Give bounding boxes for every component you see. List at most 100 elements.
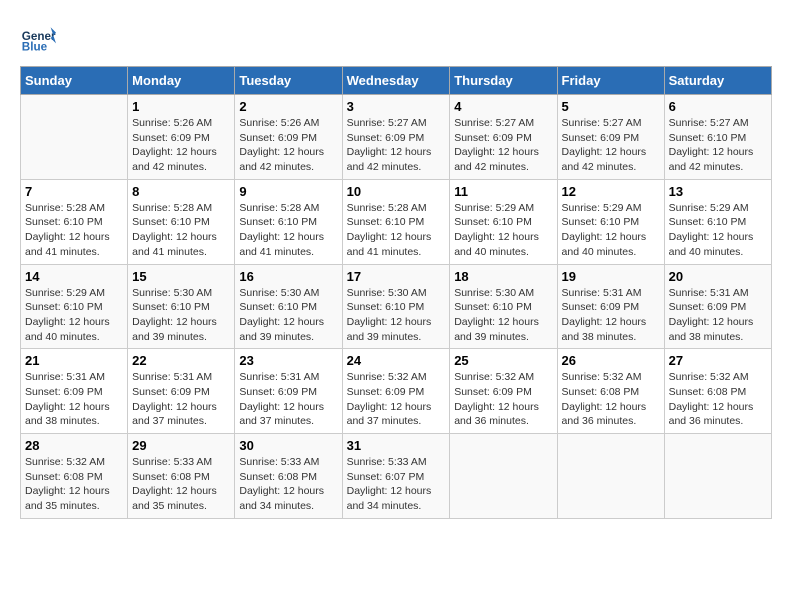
calendar-cell: 5 Sunrise: 5:27 AM Sunset: 6:09 PM Daylig…	[557, 95, 664, 180]
day-number: 29	[132, 438, 230, 453]
calendar-cell: 23 Sunrise: 5:31 AM Sunset: 6:09 PM Dayli…	[235, 349, 342, 434]
calendar-cell: 3 Sunrise: 5:27 AM Sunset: 6:09 PM Daylig…	[342, 95, 450, 180]
day-info: Sunrise: 5:30 AM Sunset: 6:10 PM Dayligh…	[239, 286, 337, 345]
day-info: Sunrise: 5:27 AM Sunset: 6:09 PM Dayligh…	[562, 116, 660, 175]
calendar-cell: 11Sunrise: 5:29 AM Sunset: 6:10 PM Dayli…	[450, 179, 557, 264]
header-day-monday: Monday	[128, 67, 235, 95]
day-info: Sunrise: 5:31 AM Sunset: 6:09 PM Dayligh…	[132, 370, 230, 429]
svg-text:Blue: Blue	[22, 41, 48, 54]
day-number: 8	[132, 184, 230, 199]
day-info: Sunrise: 5:31 AM Sunset: 6:09 PM Dayligh…	[239, 370, 337, 429]
day-info: Sunrise: 5:32 AM Sunset: 6:08 PM Dayligh…	[25, 455, 123, 514]
header-day-saturday: Saturday	[664, 67, 771, 95]
day-info: Sunrise: 5:32 AM Sunset: 6:08 PM Dayligh…	[669, 370, 767, 429]
day-info: Sunrise: 5:28 AM Sunset: 6:10 PM Dayligh…	[132, 201, 230, 260]
day-number: 23	[239, 353, 337, 368]
calendar-cell: 30Sunrise: 5:33 AM Sunset: 6:08 PM Dayli…	[235, 434, 342, 519]
day-number: 13	[669, 184, 767, 199]
day-info: Sunrise: 5:28 AM Sunset: 6:10 PM Dayligh…	[25, 201, 123, 260]
day-number: 15	[132, 269, 230, 284]
day-info: Sunrise: 5:29 AM Sunset: 6:10 PM Dayligh…	[25, 286, 123, 345]
calendar-cell: 31 Sunrise: 5:33 AM Sunset: 6:07 PM Dayli…	[342, 434, 450, 519]
week-row-2: 7 Sunrise: 5:28 AM Sunset: 6:10 PM Daylig…	[21, 179, 772, 264]
logo: General Blue	[20, 20, 60, 56]
day-info: Sunrise: 5:28 AM Sunset: 6:10 PM Dayligh…	[347, 201, 446, 260]
day-number: 26	[562, 353, 660, 368]
calendar-cell: 8 Sunrise: 5:28 AM Sunset: 6:10 PM Daylig…	[128, 179, 235, 264]
day-number: 21	[25, 353, 123, 368]
calendar-cell: 13Sunrise: 5:29 AM Sunset: 6:10 PM Dayli…	[664, 179, 771, 264]
calendar-cell: 9 Sunrise: 5:28 AM Sunset: 6:10 PM Daylig…	[235, 179, 342, 264]
calendar-cell	[557, 434, 664, 519]
day-number: 30	[239, 438, 337, 453]
day-number: 3	[347, 99, 446, 114]
day-info: Sunrise: 5:32 AM Sunset: 6:09 PM Dayligh…	[347, 370, 446, 429]
day-info: Sunrise: 5:28 AM Sunset: 6:10 PM Dayligh…	[239, 201, 337, 260]
day-info: Sunrise: 5:27 AM Sunset: 6:09 PM Dayligh…	[347, 116, 446, 175]
day-info: Sunrise: 5:29 AM Sunset: 6:10 PM Dayligh…	[454, 201, 552, 260]
header-day-sunday: Sunday	[21, 67, 128, 95]
calendar-cell	[450, 434, 557, 519]
week-row-1: 1 Sunrise: 5:26 AM Sunset: 6:09 PM Daylig…	[21, 95, 772, 180]
calendar-cell: 29 Sunrise: 5:33 AM Sunset: 6:08 PM Dayli…	[128, 434, 235, 519]
calendar-cell: 24Sunrise: 5:32 AM Sunset: 6:09 PM Dayli…	[342, 349, 450, 434]
header-day-thursday: Thursday	[450, 67, 557, 95]
header-row: SundayMondayTuesdayWednesdayThursdayFrid…	[21, 67, 772, 95]
day-info: Sunrise: 5:30 AM Sunset: 6:10 PM Dayligh…	[454, 286, 552, 345]
week-row-3: 14 Sunrise: 5:29 AM Sunset: 6:10 PM Dayli…	[21, 264, 772, 349]
day-number: 9	[239, 184, 337, 199]
day-number: 2	[239, 99, 337, 114]
day-number: 27	[669, 353, 767, 368]
day-number: 1	[132, 99, 230, 114]
day-info: Sunrise: 5:31 AM Sunset: 6:09 PM Dayligh…	[562, 286, 660, 345]
header-day-friday: Friday	[557, 67, 664, 95]
day-number: 7	[25, 184, 123, 199]
day-info: Sunrise: 5:26 AM Sunset: 6:09 PM Dayligh…	[239, 116, 337, 175]
calendar-table: SundayMondayTuesdayWednesdayThursdayFrid…	[20, 66, 772, 519]
page-header: General Blue	[20, 20, 772, 56]
day-info: Sunrise: 5:30 AM Sunset: 6:10 PM Dayligh…	[347, 286, 446, 345]
day-info: Sunrise: 5:33 AM Sunset: 6:07 PM Dayligh…	[347, 455, 446, 514]
header-day-tuesday: Tuesday	[235, 67, 342, 95]
calendar-header: SundayMondayTuesdayWednesdayThursdayFrid…	[21, 67, 772, 95]
day-number: 5	[562, 99, 660, 114]
day-number: 19	[562, 269, 660, 284]
calendar-cell: 2 Sunrise: 5:26 AM Sunset: 6:09 PM Daylig…	[235, 95, 342, 180]
day-number: 10	[347, 184, 446, 199]
day-info: Sunrise: 5:32 AM Sunset: 6:08 PM Dayligh…	[562, 370, 660, 429]
calendar-cell: 19 Sunrise: 5:31 AM Sunset: 6:09 PM Dayli…	[557, 264, 664, 349]
day-info: Sunrise: 5:26 AM Sunset: 6:09 PM Dayligh…	[132, 116, 230, 175]
calendar-cell: 26 Sunrise: 5:32 AM Sunset: 6:08 PM Dayli…	[557, 349, 664, 434]
calendar-cell: 25Sunrise: 5:32 AM Sunset: 6:09 PM Dayli…	[450, 349, 557, 434]
week-row-5: 28 Sunrise: 5:32 AM Sunset: 6:08 PM Dayli…	[21, 434, 772, 519]
day-number: 20	[669, 269, 767, 284]
calendar-cell	[664, 434, 771, 519]
week-row-4: 21 Sunrise: 5:31 AM Sunset: 6:09 PM Dayli…	[21, 349, 772, 434]
day-number: 16	[239, 269, 337, 284]
logo-icon: General Blue	[20, 20, 56, 56]
day-info: Sunrise: 5:30 AM Sunset: 6:10 PM Dayligh…	[132, 286, 230, 345]
calendar-cell: 4 Sunrise: 5:27 AM Sunset: 6:09 PM Daylig…	[450, 95, 557, 180]
day-number: 17	[347, 269, 446, 284]
calendar-cell: 22Sunrise: 5:31 AM Sunset: 6:09 PM Dayli…	[128, 349, 235, 434]
calendar-cell: 15 Sunrise: 5:30 AM Sunset: 6:10 PM Dayli…	[128, 264, 235, 349]
day-info: Sunrise: 5:29 AM Sunset: 6:10 PM Dayligh…	[562, 201, 660, 260]
calendar-cell: 10 Sunrise: 5:28 AM Sunset: 6:10 PM Dayli…	[342, 179, 450, 264]
calendar-cell: 1 Sunrise: 5:26 AM Sunset: 6:09 PM Daylig…	[128, 95, 235, 180]
calendar-body: 1 Sunrise: 5:26 AM Sunset: 6:09 PM Daylig…	[21, 95, 772, 519]
calendar-cell: 21 Sunrise: 5:31 AM Sunset: 6:09 PM Dayli…	[21, 349, 128, 434]
day-number: 31	[347, 438, 446, 453]
day-info: Sunrise: 5:33 AM Sunset: 6:08 PM Dayligh…	[132, 455, 230, 514]
day-number: 28	[25, 438, 123, 453]
calendar-cell	[21, 95, 128, 180]
calendar-cell: 16 Sunrise: 5:30 AM Sunset: 6:10 PM Dayli…	[235, 264, 342, 349]
day-number: 14	[25, 269, 123, 284]
day-number: 4	[454, 99, 552, 114]
day-number: 25	[454, 353, 552, 368]
calendar-cell: 6Sunrise: 5:27 AM Sunset: 6:10 PM Daylig…	[664, 95, 771, 180]
day-info: Sunrise: 5:31 AM Sunset: 6:09 PM Dayligh…	[25, 370, 123, 429]
header-day-wednesday: Wednesday	[342, 67, 450, 95]
calendar-cell: 20Sunrise: 5:31 AM Sunset: 6:09 PM Dayli…	[664, 264, 771, 349]
day-info: Sunrise: 5:27 AM Sunset: 6:09 PM Dayligh…	[454, 116, 552, 175]
calendar-cell: 27 Sunrise: 5:32 AM Sunset: 6:08 PM Dayli…	[664, 349, 771, 434]
